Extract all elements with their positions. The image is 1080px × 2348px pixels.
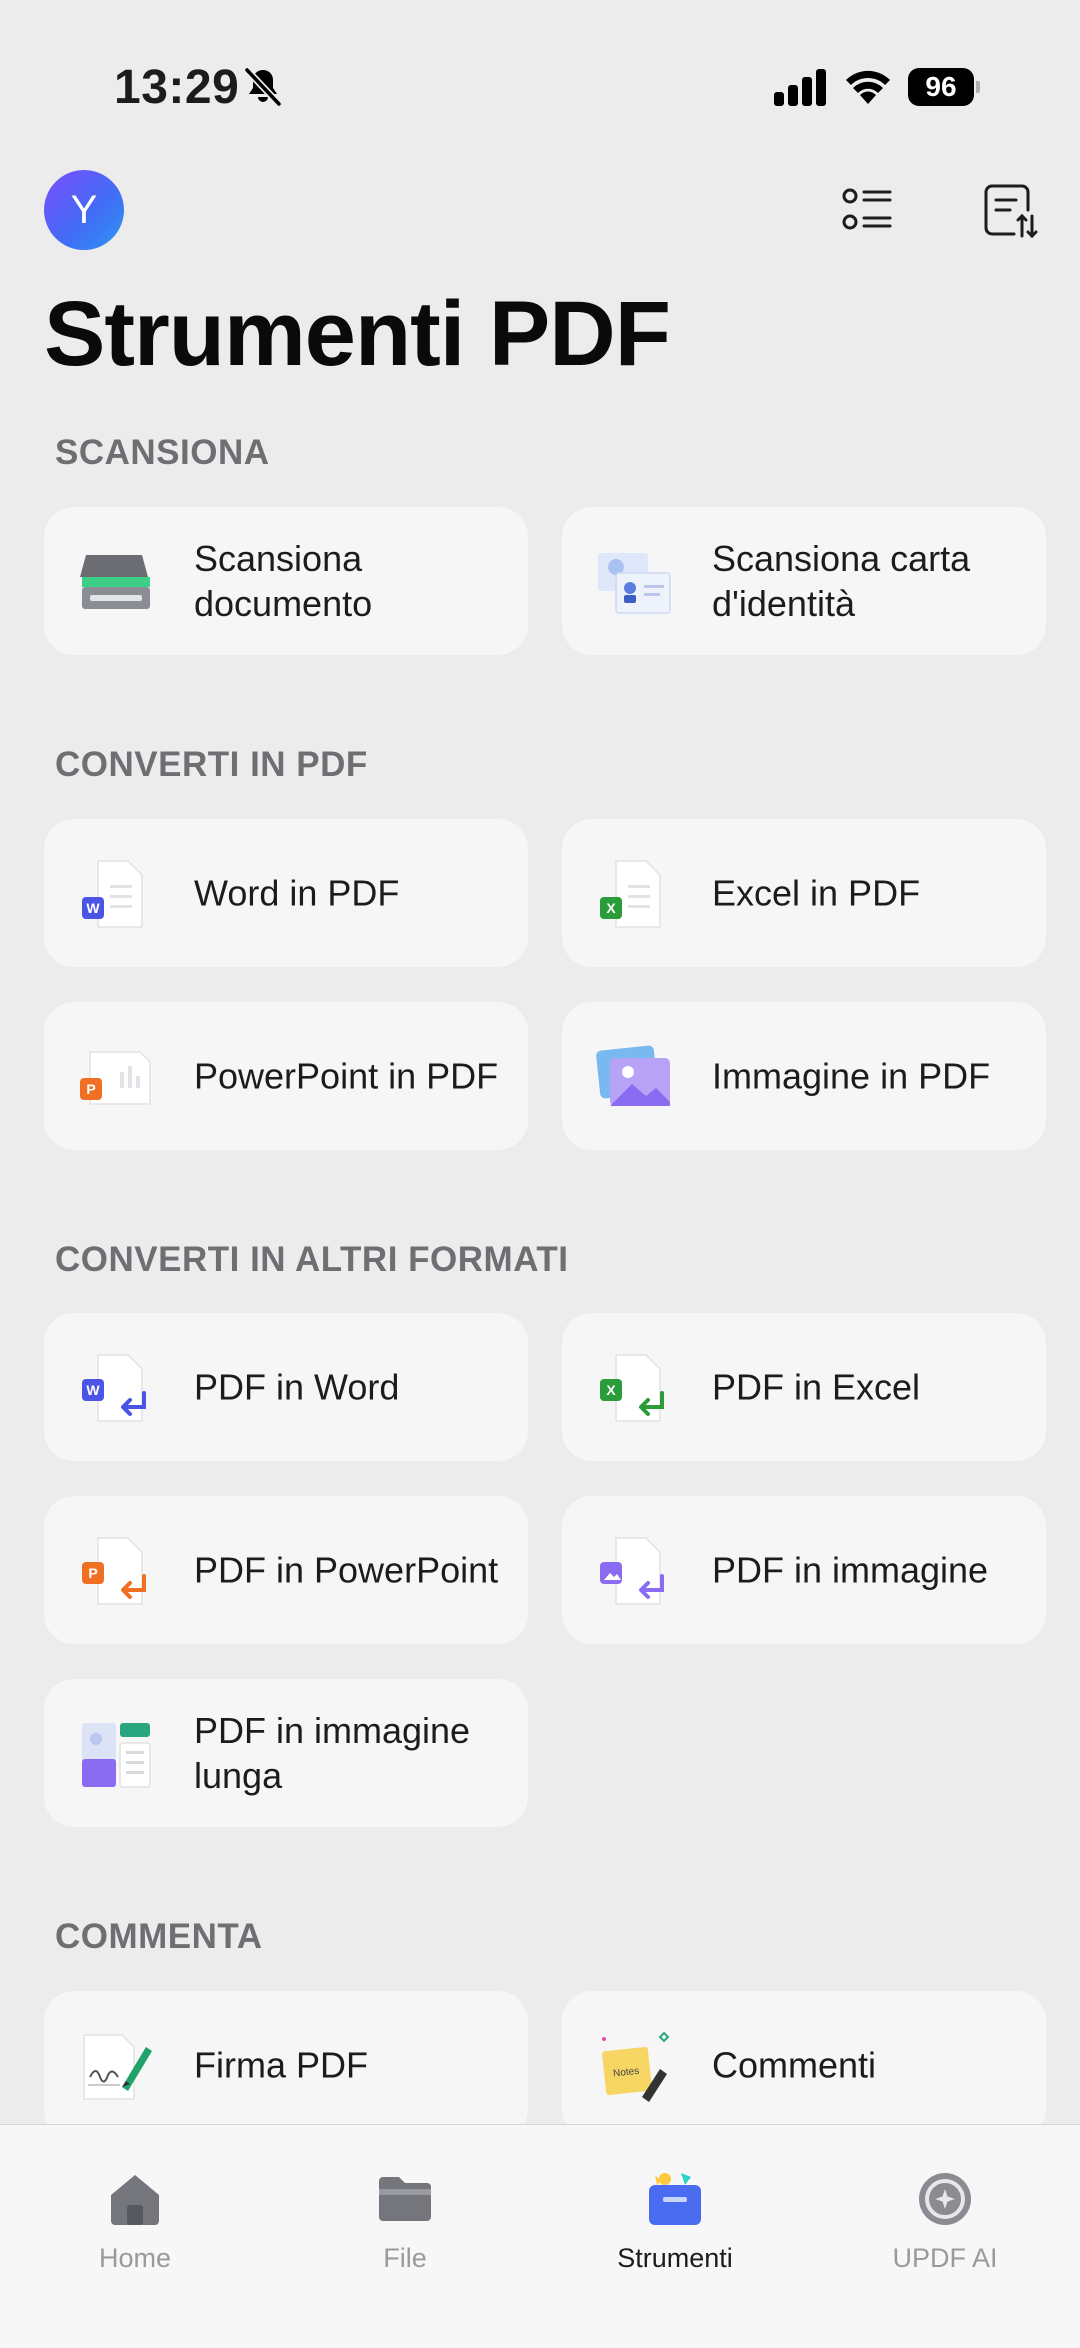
bell-muted-icon xyxy=(244,67,282,107)
tool-sign-pdf[interactable]: Firma PDF xyxy=(44,1991,528,2139)
page-title: Strumenti PDF xyxy=(44,283,671,385)
tab-label: Home xyxy=(98,2243,172,2273)
sticky-note-icon: Notes xyxy=(602,2031,670,2102)
wifi-icon xyxy=(846,70,890,104)
tool-image-to-pdf[interactable]: Immagine in PDF xyxy=(562,1002,1046,1150)
tab-updf-ai[interactable]: UPDF AI xyxy=(845,2143,1045,2283)
tool-label: Excel in PDF xyxy=(712,872,921,914)
section-title-to-pdf: CONVERTI IN PDF xyxy=(55,745,368,784)
tool-label: Commenti xyxy=(712,2044,877,2086)
tool-pdf-to-image[interactable]: PDF in immagine xyxy=(562,1496,1046,1644)
tool-label: Scansiona carta d'identità xyxy=(712,538,971,624)
folder-icon xyxy=(379,2177,431,2221)
pdf-to-powerpoint-icon: P xyxy=(82,1537,146,1605)
home-icon xyxy=(111,2175,159,2225)
tab-label: Strumenti xyxy=(617,2243,733,2273)
section-title-scan: SCANSIONA xyxy=(55,433,270,472)
battery-level: 96 xyxy=(908,68,974,106)
svg-text:P: P xyxy=(86,1081,95,1097)
tool-label: PDF in immagine xyxy=(712,1549,989,1591)
id-card-icon xyxy=(598,553,671,614)
tool-label: PDF in Word xyxy=(194,1366,400,1408)
avatar[interactable]: Y xyxy=(44,170,124,250)
ai-icon xyxy=(919,2173,971,2225)
word-file-icon: W xyxy=(82,860,143,928)
svg-text:X: X xyxy=(606,1382,616,1398)
tool-label: Word in PDF xyxy=(194,872,400,914)
list-view-icon[interactable] xyxy=(838,180,898,240)
tool-label: PDF in PowerPoint xyxy=(194,1549,499,1591)
tool-label: PDF in Excel xyxy=(712,1366,921,1408)
long-image-icon xyxy=(82,1723,151,1788)
section-title-from-pdf: CONVERTI IN ALTRI FORMATI xyxy=(55,1240,569,1279)
status-bar: 13:29 96 xyxy=(0,0,1080,160)
pdf-to-excel-icon: X xyxy=(600,1354,664,1422)
pdf-to-image-icon xyxy=(600,1537,664,1605)
tool-pdf-to-word[interactable]: W PDF in Word xyxy=(44,1313,528,1461)
cellular-signal-icon xyxy=(774,69,826,106)
tab-label: File xyxy=(383,2243,427,2273)
tool-label: Firma PDF xyxy=(194,2044,368,2086)
tab-label: UPDF AI xyxy=(892,2243,998,2273)
svg-text:W: W xyxy=(86,1382,100,1398)
signature-pen-icon xyxy=(83,2034,152,2100)
tool-powerpoint-to-pdf[interactable]: P PowerPoint in PDF xyxy=(44,1002,528,1150)
tool-comments[interactable]: Notes Commenti xyxy=(562,1991,1046,2139)
tool-excel-to-pdf[interactable]: X Excel in PDF xyxy=(562,819,1046,967)
tool-scan-document[interactable]: Scansiona documento xyxy=(44,507,528,655)
tool-label: Scansiona documento xyxy=(194,538,373,624)
powerpoint-file-icon: P xyxy=(80,1051,151,1105)
tool-label: PowerPoint in PDF xyxy=(194,1055,499,1097)
section-title-annotate: COMMENTA xyxy=(55,1917,263,1956)
image-file-icon xyxy=(596,1045,670,1106)
svg-text:W: W xyxy=(86,900,100,916)
tool-word-to-pdf[interactable]: W Word in PDF xyxy=(44,819,528,967)
tab-file[interactable]: File xyxy=(305,2143,505,2283)
tab-bar: Home File Strumenti UPDF AI xyxy=(0,2124,1080,2348)
tool-pdf-to-excel[interactable]: X PDF in Excel xyxy=(562,1313,1046,1461)
status-time: 13:29 xyxy=(114,61,240,114)
tool-label: PDF in immagine lunga xyxy=(194,1710,471,1796)
svg-text:X: X xyxy=(606,900,616,916)
pdf-to-word-icon: W xyxy=(82,1354,146,1422)
tools-icon xyxy=(649,2173,701,2225)
tab-strumenti[interactable]: Strumenti xyxy=(575,2143,775,2283)
svg-text:P: P xyxy=(88,1565,97,1581)
tab-home[interactable]: Home xyxy=(35,2143,235,2283)
tool-pdf-to-long-image[interactable]: PDF in immagine lunga xyxy=(44,1679,528,1827)
battery-indicator: 96 xyxy=(908,68,980,106)
excel-file-icon: X xyxy=(600,860,661,928)
tool-pdf-to-powerpoint[interactable]: P PDF in PowerPoint xyxy=(44,1496,528,1644)
tool-label: Immagine in PDF xyxy=(712,1055,991,1097)
sort-documents-icon[interactable] xyxy=(982,180,1042,240)
tool-scan-id-card[interactable]: Scansiona carta d'identità xyxy=(562,507,1046,655)
scanner-icon xyxy=(80,555,150,609)
